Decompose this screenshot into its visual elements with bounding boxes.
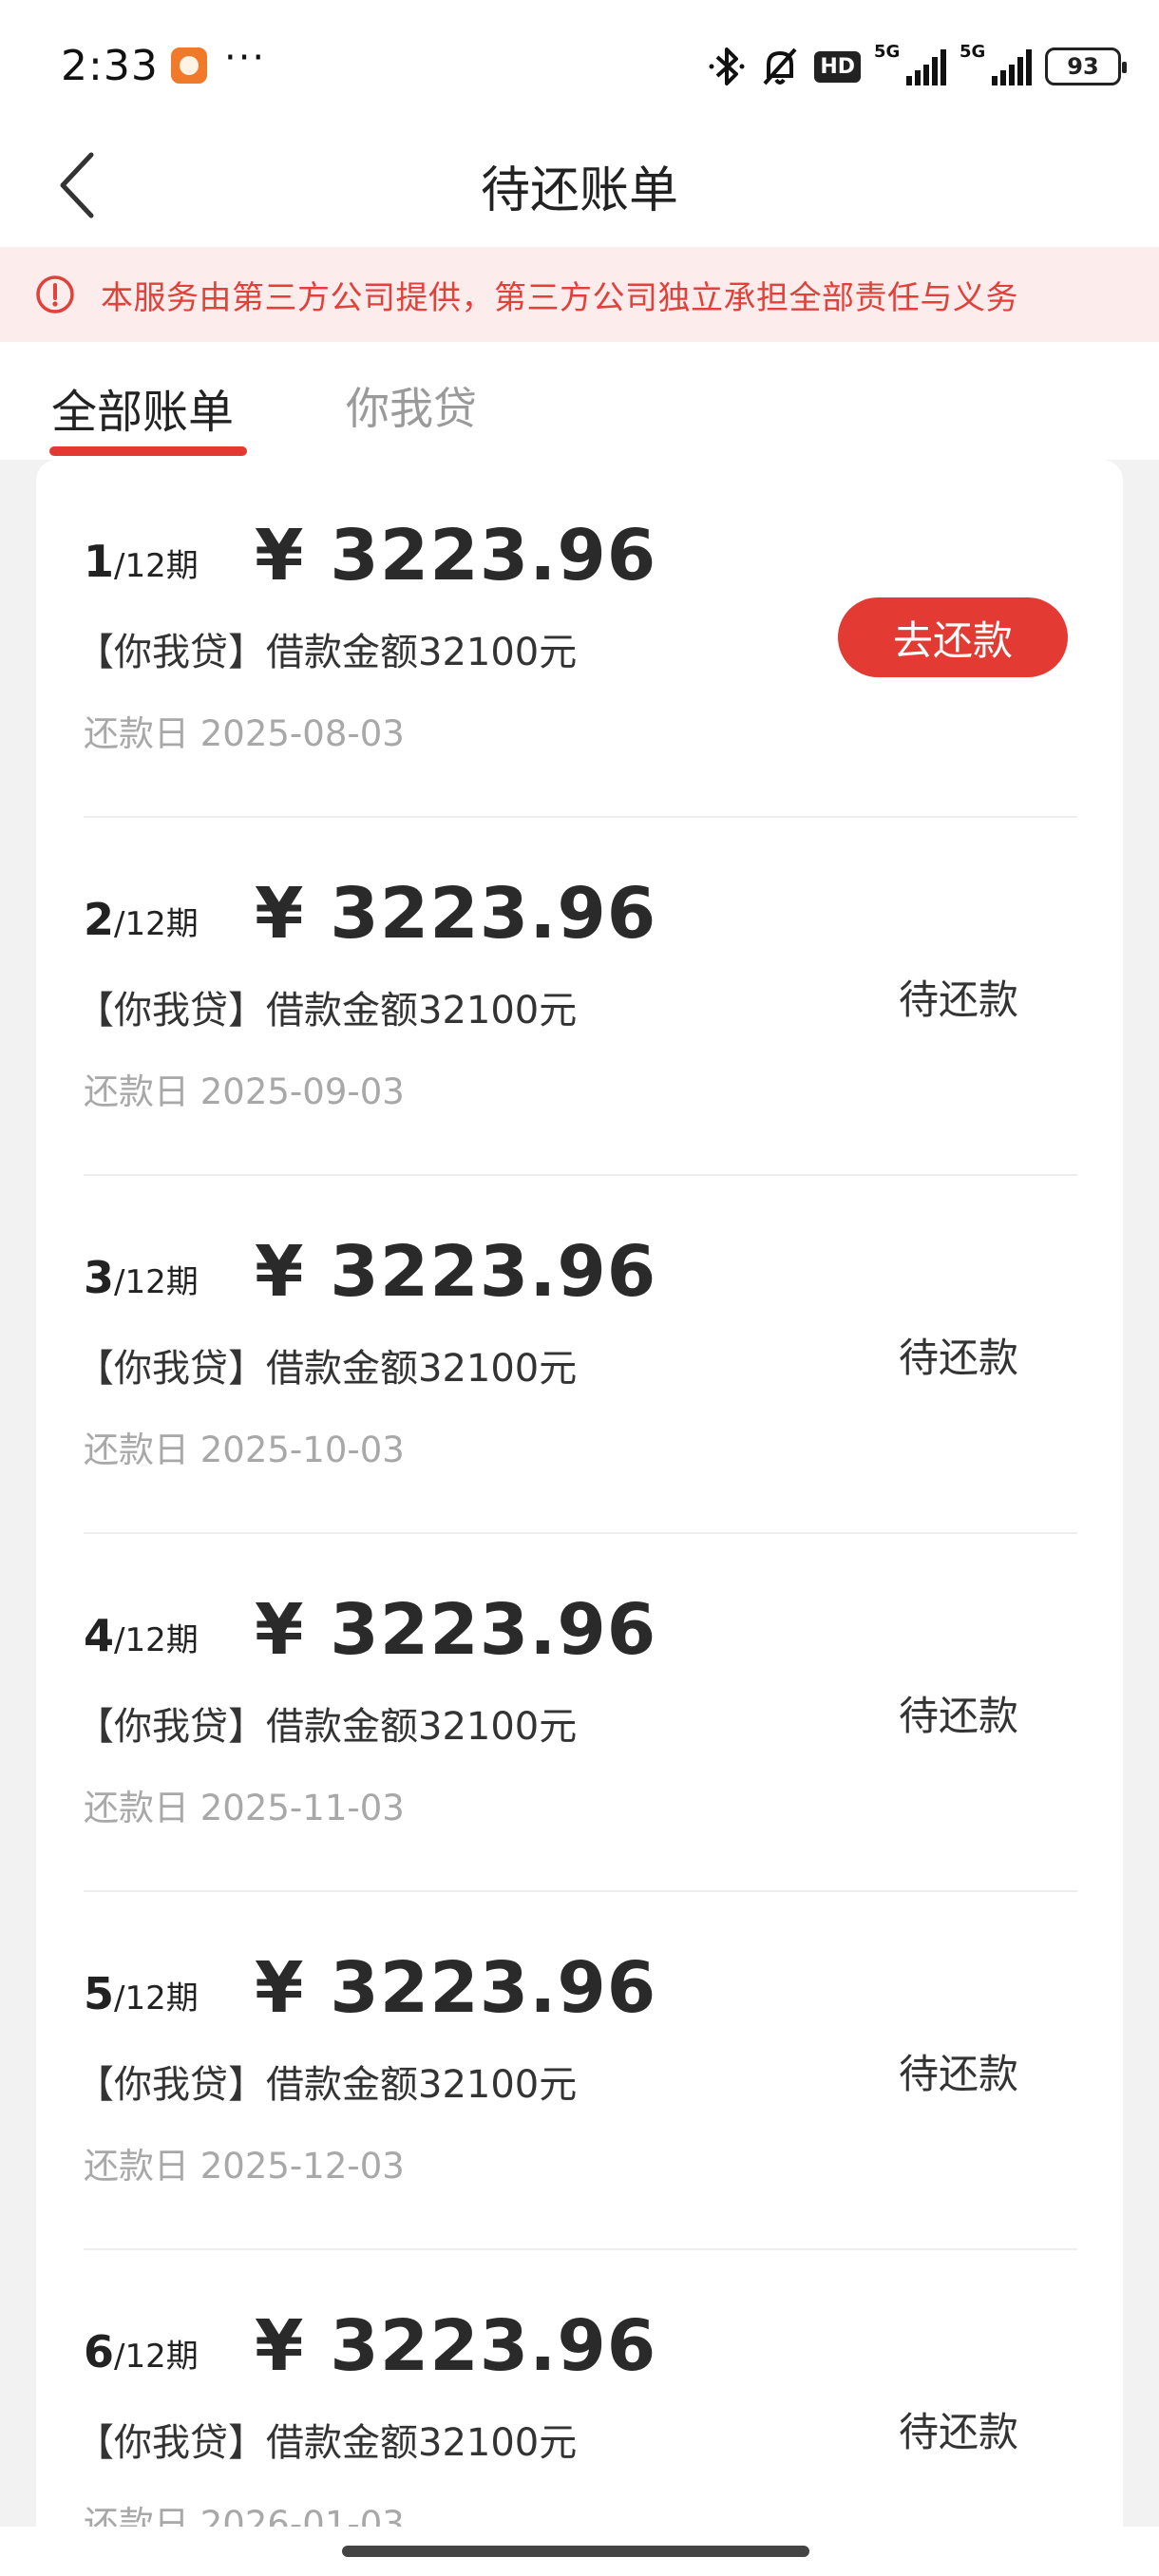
period-total: /12期 bbox=[114, 905, 199, 943]
period-total: /12期 bbox=[114, 547, 199, 585]
period-number: 1 bbox=[84, 536, 115, 587]
bill-due-date: 还款日 2025-09-03 bbox=[84, 1071, 405, 1112]
hd-voice-icon: HD bbox=[814, 50, 861, 83]
bill-description: 【你我贷】借款金额32100元 bbox=[76, 2421, 578, 2465]
tab-niwodai[interactable]: 你我贷 bbox=[346, 374, 477, 437]
bill-description: 【你我贷】借款金额32100元 bbox=[76, 2063, 578, 2107]
warning-icon bbox=[36, 275, 74, 313]
bill-status: 待还款 bbox=[898, 2051, 1018, 2097]
bill-period: 4/12期 bbox=[84, 1610, 199, 1661]
home-indicator[interactable] bbox=[342, 2546, 809, 2557]
page-title: 待还账单 bbox=[480, 162, 678, 219]
mute-bell-icon bbox=[759, 46, 801, 87]
status-time: 2:33 bbox=[61, 42, 159, 90]
bill-item[interactable]: 2/12期 ¥ 3223.96 【你我贷】借款金额32100元 还款日 2025… bbox=[76, 818, 1077, 1176]
bill-due-date: 还款日 2025-10-03 bbox=[84, 1430, 405, 1470]
bill-period: 6/12期 bbox=[84, 2326, 199, 2377]
bill-period: 5/12期 bbox=[84, 1968, 199, 2019]
signal-5g-icon: 5G bbox=[874, 42, 946, 85]
bill-period: 3/12期 bbox=[84, 1252, 199, 1303]
period-total: /12期 bbox=[114, 2338, 199, 2376]
bill-description: 【你我贷】借款金额32100元 bbox=[76, 631, 578, 674]
bill-status: 待还款 bbox=[898, 976, 1018, 1023]
bill-status: 待还款 bbox=[898, 1335, 1018, 1381]
notice-banner: 本服务由第三方公司提供，第三方公司独立承担全部责任与义务 bbox=[0, 247, 1159, 342]
nav-bar: 待还账单 bbox=[0, 122, 1159, 247]
bill-due-date: 还款日 2025-12-03 bbox=[84, 2146, 405, 2187]
bill-description: 【你我贷】借款金额32100元 bbox=[76, 1705, 578, 1749]
bill-description: 【你我贷】借款金额32100元 bbox=[76, 1347, 578, 1391]
bill-description: 【你我贷】借款金额32100元 bbox=[76, 989, 578, 1032]
network-label: 5G bbox=[874, 42, 901, 62]
bill-item[interactable]: 1/12期 ¥ 3223.96 【你我贷】借款金额32100元 还款日 2025… bbox=[76, 460, 1077, 818]
bill-amount: ¥ 3223.96 bbox=[255, 515, 657, 597]
period-number: 4 bbox=[84, 1610, 115, 1661]
bill-amount: ¥ 3223.96 bbox=[255, 1589, 657, 1671]
period-number: 2 bbox=[84, 894, 115, 945]
bill-period: 2/12期 bbox=[84, 894, 199, 945]
bill-amount: ¥ 3223.96 bbox=[255, 1231, 657, 1313]
app-notification-icon bbox=[171, 47, 207, 84]
bill-list: 1/12期 ¥ 3223.96 【你我贷】借款金额32100元 还款日 2025… bbox=[36, 460, 1123, 2576]
tab-all-bills[interactable]: 全部账单 bbox=[51, 374, 234, 441]
bill-status: 待还款 bbox=[898, 1693, 1018, 1739]
bill-amount: ¥ 3223.96 bbox=[255, 873, 657, 955]
bill-status: 待还款 bbox=[898, 2409, 1018, 2455]
status-icons: HD 5G 5G 93 bbox=[708, 42, 1127, 91]
bill-period: 1/12期 bbox=[84, 536, 199, 587]
bill-due-date: 还款日 2025-11-03 bbox=[84, 1788, 405, 1828]
repay-button[interactable]: 去还款 bbox=[838, 597, 1068, 677]
period-number: 6 bbox=[84, 2326, 115, 2377]
bluetooth-icon bbox=[708, 46, 746, 87]
bill-due-date: 还款日 2025-08-03 bbox=[84, 713, 405, 754]
active-tab-indicator bbox=[49, 446, 247, 456]
period-number: 3 bbox=[84, 1252, 115, 1303]
more-notifications-icon: ··· bbox=[224, 36, 267, 80]
period-number: 5 bbox=[84, 1968, 115, 2019]
bill-item[interactable]: 5/12期 ¥ 3223.96 【你我贷】借款金额32100元 还款日 2025… bbox=[76, 1892, 1077, 2250]
signal-5g-icon-2: 5G bbox=[960, 42, 1032, 85]
page: 2:33 ··· HD 5G 5G 93 待还账单 本服务由第三方公司提供，第三… bbox=[0, 0, 1159, 2576]
status-bar: 2:33 ··· HD 5G 5G 93 bbox=[0, 0, 1159, 122]
battery-icon: 93 bbox=[1045, 47, 1127, 85]
network-label-2: 5G bbox=[960, 42, 986, 62]
period-total: /12期 bbox=[114, 1263, 199, 1301]
bill-item[interactable]: 4/12期 ¥ 3223.96 【你我贷】借款金额32100元 还款日 2025… bbox=[76, 1534, 1077, 1892]
bill-amount: ¥ 3223.96 bbox=[255, 2305, 657, 2387]
period-total: /12期 bbox=[114, 1621, 199, 1659]
notice-text: 本服务由第三方公司提供，第三方公司独立承担全部责任与义务 bbox=[101, 278, 1018, 317]
bill-amount: ¥ 3223.96 bbox=[255, 1947, 657, 2029]
period-total: /12期 bbox=[114, 1979, 199, 2017]
tab-bar: 全部账单 你我贷 bbox=[0, 342, 1159, 460]
bill-item[interactable]: 3/12期 ¥ 3223.96 【你我贷】借款金额32100元 还款日 2025… bbox=[76, 1176, 1077, 1534]
